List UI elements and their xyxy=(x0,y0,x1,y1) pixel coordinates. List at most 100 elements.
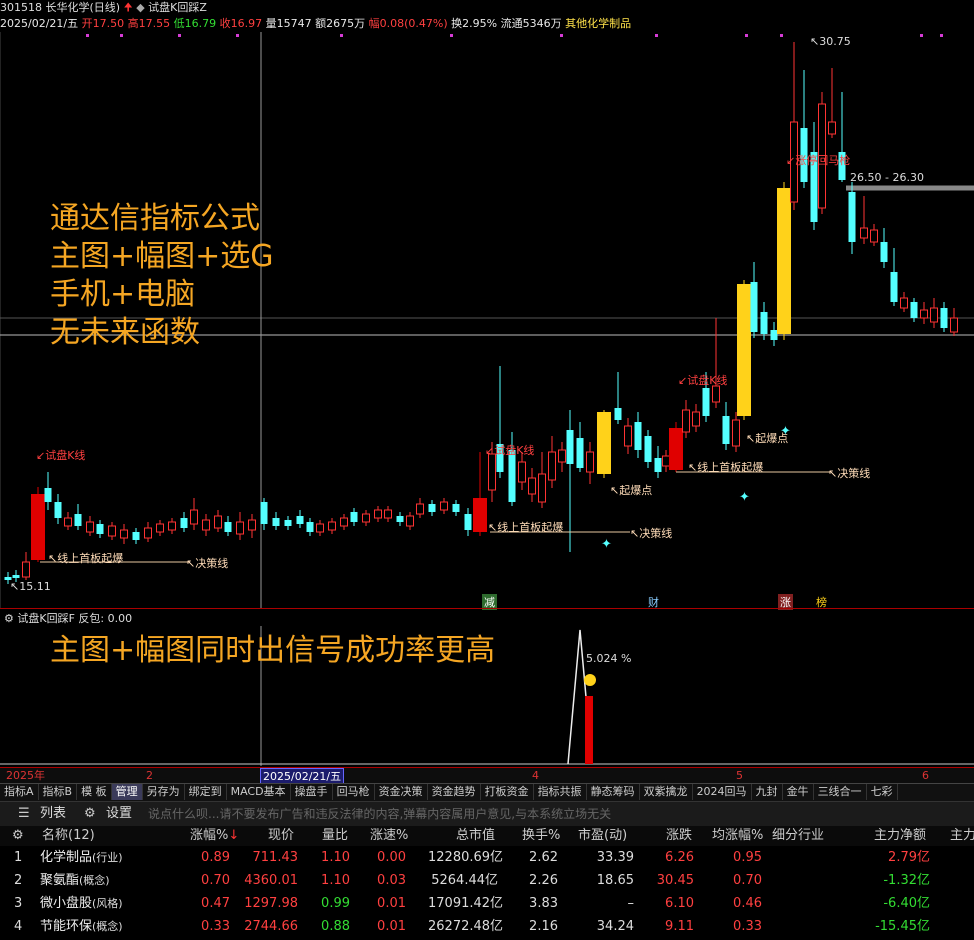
row-diff: 30.45 xyxy=(656,873,694,888)
candle-body xyxy=(880,242,888,262)
list-icon[interactable]: ☰ xyxy=(18,802,30,826)
tab-0[interactable]: 指标A xyxy=(0,784,39,800)
candle-body xyxy=(548,451,556,481)
col-spd[interactable]: 涨速% xyxy=(370,826,408,846)
low-value: 16.79 xyxy=(184,17,217,30)
candle-body xyxy=(760,312,768,334)
tab-14[interactable]: 双紫擒龙 xyxy=(640,784,693,800)
candle-body xyxy=(473,498,487,532)
tab-19[interactable]: 七彩 xyxy=(867,784,898,800)
table-row[interactable]: 1 化学制品(行业) 0.89 711.43 1.10 0.00 12280.69亿 2.62… xyxy=(0,846,974,869)
row-diff: 6.26 xyxy=(665,850,694,865)
row-avg: 0.95 xyxy=(733,850,762,865)
list-toolbar: ☰ 列表 ⚙ 设置 说点什么呗...请不要发布广告和违反法律的内容,弹幕内容属用… xyxy=(0,801,974,826)
tab-10[interactable]: 资金趋势 xyxy=(428,784,481,800)
candle-body xyxy=(396,516,404,522)
col-pe[interactable]: 市盈(动) xyxy=(578,826,627,846)
turnover-value: 2.95% xyxy=(462,17,498,30)
tab-3[interactable]: 管理 xyxy=(111,784,143,800)
candle-body xyxy=(296,516,304,524)
candle-body xyxy=(910,302,918,318)
candle-body xyxy=(558,449,566,463)
butterfly-icon: ✦ xyxy=(739,490,750,505)
table-row[interactable]: 3 微小盘股(风格) 0.47 1297.98 0.99 0.01 17091.42亿 3.8… xyxy=(0,892,974,915)
candle-body xyxy=(214,515,222,529)
tab-5[interactable]: 绑定到 xyxy=(185,784,227,800)
trial-k-label-2: ↙试盘K线 xyxy=(485,444,535,457)
sub-indicator-name[interactable]: 试盘K回踩F xyxy=(17,612,75,625)
settings-button[interactable]: 设置 xyxy=(106,802,132,826)
row-spd: 0.01 xyxy=(377,919,406,934)
candle-body xyxy=(828,121,836,135)
sector-label[interactable]: 其他化学制品 xyxy=(565,17,631,30)
candle-body xyxy=(930,307,938,323)
candle-body xyxy=(920,309,928,319)
first-board-label-1: ↖线上首板起爆 xyxy=(48,552,124,565)
row-net: -1.32亿 xyxy=(883,873,930,888)
candle-body xyxy=(328,521,336,531)
tab-2[interactable]: 模 板 xyxy=(77,784,112,800)
candle-body xyxy=(614,408,622,420)
candle-body xyxy=(168,521,176,531)
col-main[interactable]: 主力 xyxy=(950,826,974,846)
candle-body xyxy=(669,428,683,470)
first-board-label-2: ↖线上首板起爆 xyxy=(488,521,564,534)
candle-body xyxy=(44,488,52,502)
axis-label-apr: 4 xyxy=(532,769,539,782)
candle-body xyxy=(624,425,632,447)
table-header: ⚙ 名称(12) 涨幅%↓ 现价 量比 涨速% 总市值 换手% 市盈(动) 涨跌… xyxy=(0,826,974,846)
tab-11[interactable]: 打板资金 xyxy=(481,784,534,800)
row-diff: 9.11 xyxy=(665,919,694,934)
gear-icon[interactable]: ⚙ xyxy=(84,802,96,826)
tab-6[interactable]: MACD基本 xyxy=(227,784,291,800)
gear-icon[interactable]: ⚙ xyxy=(12,826,24,846)
open-value: 17.50 xyxy=(92,17,125,30)
tab-17[interactable]: 金牛 xyxy=(783,784,814,800)
candle-body xyxy=(224,522,232,532)
row-spd: 0.01 xyxy=(377,896,406,911)
tab-16[interactable]: 九封 xyxy=(752,784,783,800)
tab-1[interactable]: 指标B xyxy=(39,784,78,800)
signal-bar xyxy=(585,696,593,764)
candle-body xyxy=(260,502,268,524)
col-net[interactable]: 主力净额 xyxy=(874,826,926,846)
sub-indicator-value: 反包: 0.00 xyxy=(78,612,133,625)
col-vr[interactable]: 量比 xyxy=(322,826,348,846)
tab-12[interactable]: 指标共振 xyxy=(534,784,587,800)
comment-input[interactable]: 说点什么呗...请不要发布广告和违反法律的内容,弹幕内容属用户意见,与本系统立场… xyxy=(148,802,611,826)
settings-dot-icon[interactable]: ◆ xyxy=(136,1,144,14)
candle-body xyxy=(940,308,948,328)
trial-k-label-1: ↙试盘K线 xyxy=(36,449,86,462)
candle-body xyxy=(428,504,436,512)
row-avg: 0.70 xyxy=(733,873,762,888)
candle-body xyxy=(566,430,574,464)
gear-icon[interactable]: ⚙ xyxy=(4,612,14,625)
stock-name[interactable]: 长华化学(日线) xyxy=(46,1,121,14)
col-chg[interactable]: 涨幅%↓ xyxy=(190,826,239,846)
col-price[interactable]: 现价 xyxy=(268,826,294,846)
candle-body xyxy=(702,388,710,416)
tab-8[interactable]: 回马枪 xyxy=(333,784,375,800)
col-mcap[interactable]: 总市值 xyxy=(456,826,495,846)
candle-body xyxy=(528,477,536,495)
row-turn: 2.16 xyxy=(529,919,558,934)
tab-7[interactable]: 操盘手 xyxy=(291,784,333,800)
indicator-name[interactable]: 试盘K回踩Z xyxy=(148,1,207,14)
col-diff[interactable]: 涨跌 xyxy=(666,826,692,846)
col-name[interactable]: 名称(12) xyxy=(42,826,95,846)
col-avg[interactable]: 均涨幅% xyxy=(712,826,763,846)
col-ind[interactable]: 细分行业 xyxy=(772,826,824,846)
tab-18[interactable]: 三线合一 xyxy=(814,784,867,800)
list-button[interactable]: 列表 xyxy=(40,802,66,826)
tab-15[interactable]: 2024回马 xyxy=(693,784,752,800)
candle-body xyxy=(586,451,594,473)
tab-13[interactable]: 静态筹码 xyxy=(587,784,640,800)
tab-4[interactable]: 另存为 xyxy=(143,784,185,800)
candle-body xyxy=(120,529,128,539)
table-row[interactable]: 2 聚氨酯(概念) 0.70 4360.01 1.10 0.03 5264.44亿 2.26 1… xyxy=(0,869,974,892)
row-turn: 3.83 xyxy=(529,896,558,911)
candle-body xyxy=(644,436,652,462)
table-row[interactable]: 4 节能环保(概念) 0.33 2744.66 0.88 0.01 26272.48亿 2.1… xyxy=(0,915,974,938)
tab-9[interactable]: 资金决策 xyxy=(375,784,428,800)
col-turn[interactable]: 换手% xyxy=(522,826,560,846)
